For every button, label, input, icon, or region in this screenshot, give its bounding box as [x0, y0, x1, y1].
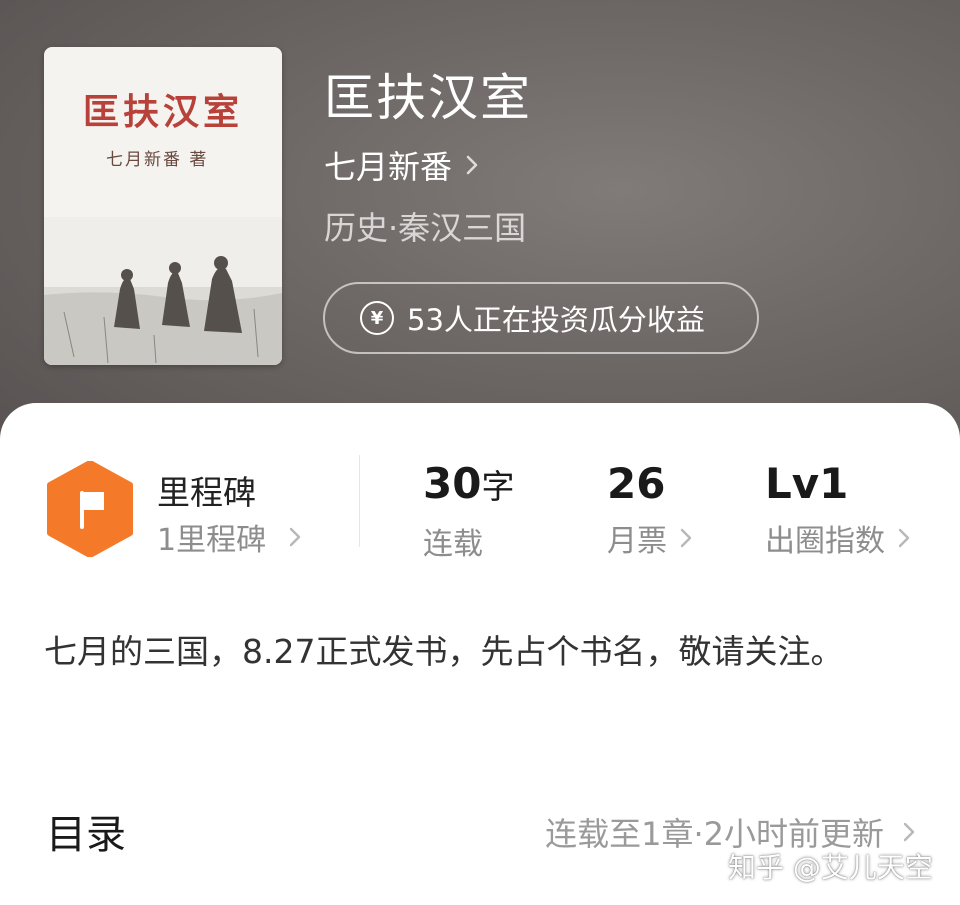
milestone-link[interactable]: 1里程碑	[157, 515, 302, 559]
milestone-title: 里程碑	[157, 473, 256, 512]
cover-author: 七月新番 著	[106, 150, 209, 170]
chevron-right-icon	[680, 528, 692, 548]
author-name: 七月新番	[324, 148, 453, 186]
toc-title[interactable]: 目录	[46, 802, 126, 860]
book-title: 匡扶汉室	[324, 69, 532, 127]
book-cover[interactable]: 匡扶汉室 七月新番 著	[44, 47, 282, 365]
words-label: 连载	[423, 527, 483, 562]
chevron-right-icon	[466, 155, 478, 175]
stat-popularity-level[interactable]: Lv1 出圈指数	[765, 458, 911, 560]
yen-coin-icon: ¥	[360, 301, 394, 335]
invest-button[interactable]: ¥ 53人正在投资瓜分收益	[323, 282, 759, 354]
level-value: Lv1	[765, 459, 849, 508]
flag-icon[interactable]	[46, 461, 134, 557]
tickets-value: 26	[607, 459, 666, 508]
stat-words: 30字 连载	[423, 458, 514, 563]
words-value: 30	[423, 459, 482, 508]
book-genre[interactable]: 历史·秦汉三国	[324, 203, 526, 249]
book-description[interactable]: 七月的三国，8.27正式发书，先占个书名，敬请关注。	[44, 620, 924, 684]
stats-divider	[359, 455, 360, 547]
cover-title: 匡扶汉室	[82, 91, 243, 133]
tickets-label: 月票	[607, 524, 667, 559]
stat-monthly-tickets[interactable]: 26 月票	[607, 458, 693, 560]
invest-text: 53人正在投资瓜分收益	[407, 303, 705, 337]
author-link[interactable]: 七月新番	[324, 142, 480, 188]
words-unit: 字	[481, 467, 515, 506]
chevron-right-icon	[903, 822, 915, 842]
cover-illustration	[44, 217, 282, 365]
chevron-right-icon	[898, 528, 910, 548]
watermark: 知乎 @艾儿天空	[728, 851, 933, 884]
milestone-count: 1里程碑	[157, 523, 267, 558]
chevron-right-icon	[289, 527, 301, 547]
level-label: 出圈指数	[765, 524, 885, 559]
